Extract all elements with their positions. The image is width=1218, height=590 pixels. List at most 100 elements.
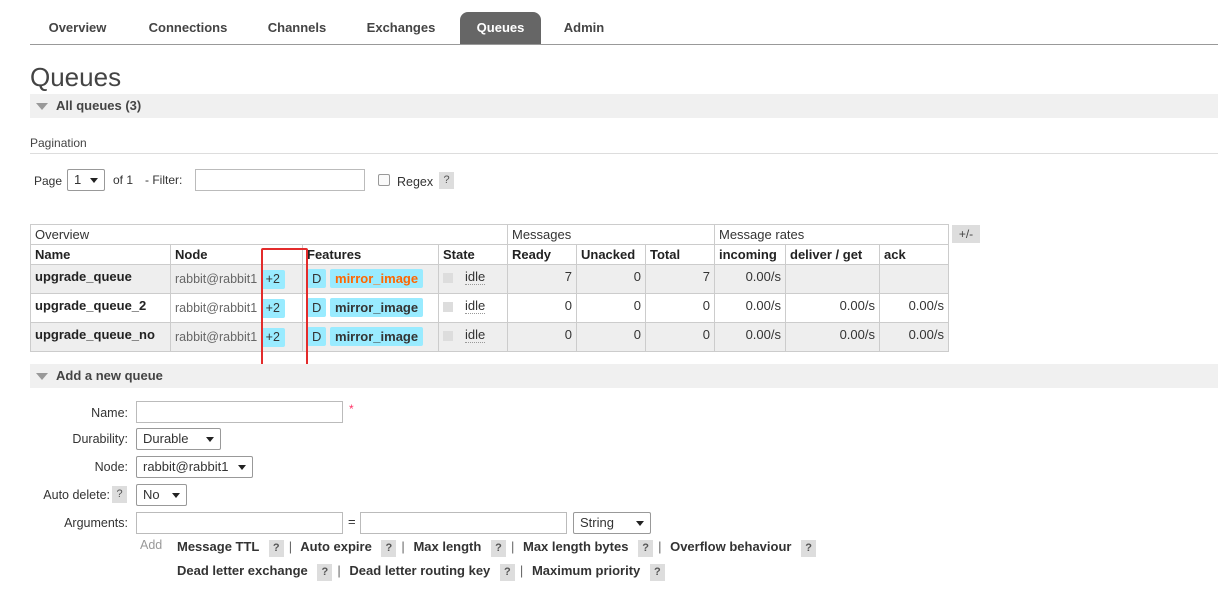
col-total[interactable]: Total [645,244,715,265]
col-unacked[interactable]: Unacked [576,244,646,265]
tab-overview[interactable]: Overview [30,12,125,44]
queue-name-link[interactable]: upgrade_queue [30,264,171,294]
col-incoming[interactable]: incoming [714,244,786,265]
auto-delete-select[interactable]: No [136,484,187,506]
pagination-divider [30,153,1218,154]
pagination-label: Pagination [30,136,87,150]
state-label: idle [465,298,486,314]
durable-badge: D [307,269,327,288]
policy-link[interactable]: mirror_image [330,327,424,346]
equals-sign: = [348,514,356,529]
help-icon[interactable]: ? [490,540,506,557]
tab-connections[interactable]: Connections [134,12,242,44]
argument-shortcuts-row1: Message TTL ? | Auto expire ? | Max length… [177,539,817,557]
node-name: rabbit@rabbit1 [175,301,258,315]
tab-admin[interactable]: Admin [552,12,616,44]
unacked-count: 0 [576,264,646,294]
col-state[interactable]: State [438,244,508,265]
help-icon[interactable]: ? [381,540,397,557]
node-value: rabbit@rabbit1 [143,459,229,474]
col-name[interactable]: Name [30,244,171,265]
queue-name-input[interactable] [136,401,343,423]
state-indicator [443,301,453,312]
argument-shortcuts-row2: Dead letter exchange ? | Dead letter rout… [177,563,665,581]
column-toggle-button[interactable]: +/- [952,225,980,243]
incoming-rate: 0.00/s [714,322,786,352]
ack-rate: 0.00/s [879,322,949,352]
deliver-rate [785,264,880,294]
regex-help-icon[interactable]: ? [439,172,454,189]
filter-label: - Filter: [145,173,183,187]
arg-overflow-behaviour-link[interactable]: Overflow behaviour [670,539,791,554]
page-count: of 1 [113,173,134,187]
table-row[interactable]: upgrade_queue_2 rabbit@rabbit1 +2 D mirr… [30,293,949,323]
add-queue-header[interactable]: Add a new queue [30,364,1218,388]
ready-count: 0 [507,293,577,323]
state-indicator [443,272,453,283]
arg-max-length-link[interactable]: Max length [413,539,481,554]
help-icon[interactable]: ? [499,564,515,581]
queue-name-link[interactable]: upgrade_queue_no [30,322,171,352]
help-icon[interactable]: ? [801,540,817,557]
state-label: idle [465,327,486,343]
arg-max-length-bytes-link[interactable]: Max length bytes [523,539,628,554]
arg-auto-expire-link[interactable]: Auto expire [300,539,372,554]
all-queues-label: All queues (3) [56,98,142,113]
durability-label: Durability: [72,432,128,446]
policy-link[interactable]: mirror_image [330,298,424,317]
table-row[interactable]: upgrade_queue rabbit@rabbit1 +2 D mirror… [30,264,949,294]
auto-delete-help-icon[interactable]: ? [112,486,127,503]
argument-type-select[interactable]: String [573,512,651,534]
top-nav: Overview Connections Channels Exchanges … [30,12,1218,45]
arg-dead-letter-exchange-link[interactable]: Dead letter exchange [177,563,308,578]
add-argument-label: Add [140,538,163,552]
page-select-value: 1 [74,172,82,187]
table-row[interactable]: upgrade_queue_no rabbit@rabbit1 +2 D mir… [30,322,949,352]
name-label: Name: [91,406,128,420]
page-select[interactable]: 1 [67,169,105,191]
argument-value-input[interactable] [360,512,567,534]
help-icon[interactable]: ? [649,564,665,581]
annotation-highlight-box [261,248,308,372]
incoming-rate: 0.00/s [714,264,786,294]
unacked-count: 0 [576,293,646,323]
durable-badge: D [307,298,327,317]
argument-key-input[interactable] [136,512,343,534]
regex-checkbox[interactable] [378,174,390,186]
durability-value: Durable [143,431,189,446]
col-deliver-get[interactable]: deliver / get [785,244,880,265]
total-count: 0 [645,322,715,352]
incoming-rate: 0.00/s [714,293,786,323]
queue-name-link[interactable]: upgrade_queue_2 [30,293,171,323]
deliver-rate: 0.00/s [785,322,880,352]
tab-exchanges[interactable]: Exchanges [355,12,447,44]
col-ack[interactable]: ack [879,244,949,265]
node-name: rabbit@rabbit1 [175,272,258,286]
node-select[interactable]: rabbit@rabbit1 [136,456,253,478]
chevron-down-icon [90,178,98,183]
queues-table: Overview Messages Message rates Name Nod… [30,224,949,352]
unacked-count: 0 [576,322,646,352]
help-icon[interactable]: ? [268,540,284,557]
required-mark: * [349,402,354,416]
all-queues-header[interactable]: All queues (3) [30,94,1218,118]
col-ready[interactable]: Ready [507,244,577,265]
help-icon[interactable]: ? [638,540,654,557]
state-label: idle [465,269,486,285]
col-features[interactable]: Features [302,244,439,265]
policy-link[interactable]: mirror_image [330,269,424,288]
arg-maximum-priority-link[interactable]: Maximum priority [532,563,640,578]
tab-queues[interactable]: Queues [460,12,541,44]
arg-dead-letter-routing-key-link[interactable]: Dead letter routing key [349,563,490,578]
chevron-down-icon [636,521,644,526]
page-title: Queues [30,62,122,92]
durability-select[interactable]: Durable [136,428,221,450]
group-overview: Overview [30,224,508,245]
total-count: 0 [645,293,715,323]
tab-channels[interactable]: Channels [256,12,338,44]
auto-delete-value: No [143,487,160,502]
arguments-label: Arguments: [64,516,128,530]
help-icon[interactable]: ? [317,564,333,581]
arg-message-ttl-link[interactable]: Message TTL [177,539,259,554]
filter-input[interactable] [195,169,365,191]
